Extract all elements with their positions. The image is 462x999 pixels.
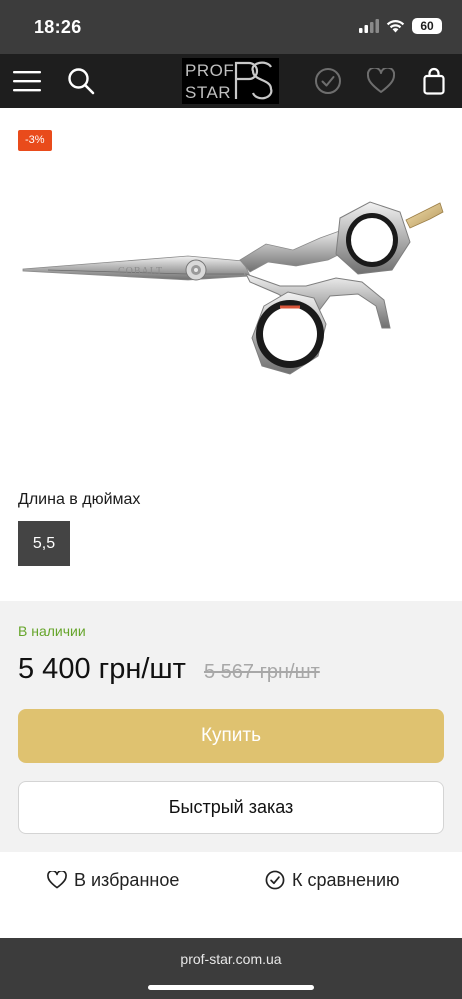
- check-circle-outline-icon: [265, 870, 285, 890]
- option-label: Длина в дюймах: [18, 491, 141, 508]
- wifi-icon: [386, 20, 405, 33]
- heart-outline-icon: [47, 871, 67, 889]
- search-button[interactable]: [60, 54, 102, 108]
- cart-button[interactable]: [414, 54, 454, 108]
- price-current: 5 400 грн/шт: [18, 653, 186, 685]
- size-option-chip[interactable]: 5,5: [18, 521, 70, 566]
- home-indicator: [148, 985, 314, 990]
- shopping-bag-icon: [423, 67, 445, 95]
- logo-monogram: [234, 61, 273, 100]
- price-row: 5 400 грн/шт 5 567 грн/шт: [18, 653, 320, 686]
- heart-icon: [367, 68, 395, 93]
- menu-button[interactable]: [6, 54, 48, 108]
- search-icon: [68, 68, 95, 95]
- add-to-compare-link[interactable]: К сравнению: [265, 867, 400, 893]
- price-old: 5 567 грн/шт: [203, 661, 320, 683]
- battery-indicator: 60: [412, 18, 442, 34]
- prof-star-logo[interactable]: PROF STAR: [182, 58, 279, 104]
- purchase-block: В наличии 5 400 грн/шт 5 567 грн/шт Купи…: [0, 601, 462, 852]
- status-time: 18:26: [34, 17, 82, 37]
- product-engraving: COBALT: [118, 266, 163, 277]
- add-to-favorites-link[interactable]: В избранное: [47, 867, 179, 893]
- discount-badge: -3%: [18, 130, 52, 151]
- status-bar: 18:26 60: [0, 0, 462, 54]
- signal-icon: [359, 19, 379, 33]
- quick-order-button[interactable]: Быстрый заказ: [18, 781, 444, 834]
- favorites-nav-button[interactable]: [361, 54, 401, 108]
- logo-wordmark: PROF STAR: [185, 60, 235, 102]
- menu-icon: [13, 71, 41, 92]
- url-text[interactable]: prof-star.com.ua: [0, 951, 462, 967]
- stock-status: В наличии: [18, 623, 86, 639]
- browser-url-bar[interactable]: prof-star.com.ua: [0, 938, 462, 999]
- check-circle-icon: [315, 68, 341, 94]
- status-indicators: 60: [359, 18, 442, 34]
- product-image-scissors[interactable]: COBALT: [18, 190, 448, 385]
- buy-button[interactable]: Купить: [18, 709, 444, 763]
- add-to-favorites-label: В избранное: [74, 869, 180, 890]
- compare-nav-button[interactable]: [308, 54, 348, 108]
- add-to-compare-label: К сравнению: [292, 869, 400, 890]
